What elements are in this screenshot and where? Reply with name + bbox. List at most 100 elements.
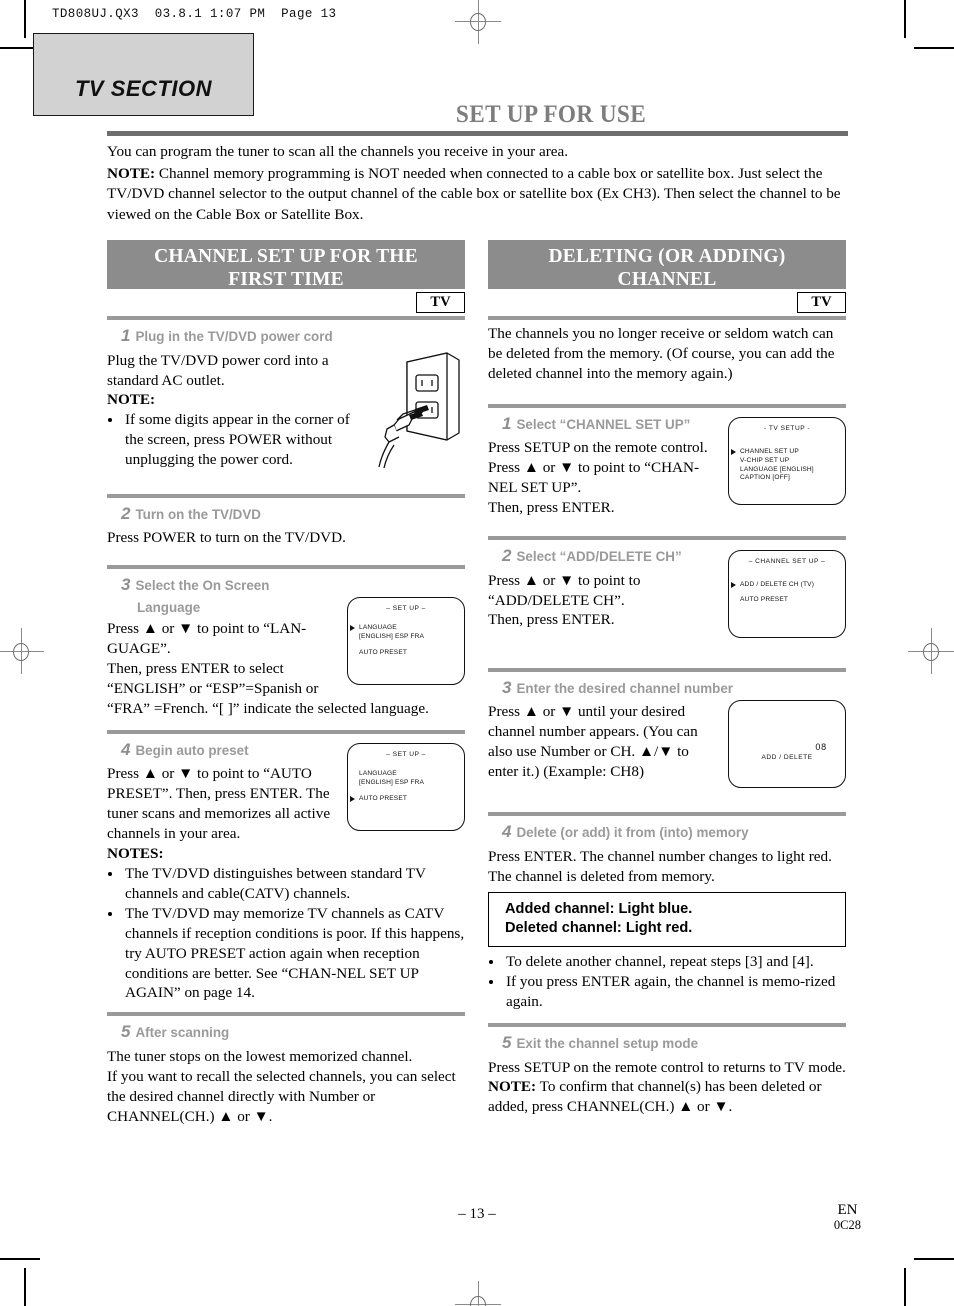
osd-rows: CHANNEL SET UP V-CHIP SET UP LANGUAGE [E… [731, 448, 814, 483]
tv-badge-left: TV [416, 292, 465, 313]
crop-mark-bottom-right-h [914, 1258, 954, 1260]
right-step-5-note-label: NOTE: [488, 1078, 537, 1096]
osd-channel-setup: – CHANNEL SET UP – ADD / DELETE CH (TV) … [728, 549, 846, 638]
intro-line-1: You can program the tuner to scan all th… [107, 143, 569, 160]
right-heading-line-1: DELETING (OR ADDING) [548, 246, 786, 267]
osd-row: V-CHIP SET UP [740, 457, 814, 466]
osd-add-delete: 08 ADD / DELETE [728, 700, 846, 789]
intro-note-body: Channel memory programming is NOT needed… [107, 165, 841, 223]
registration-mark-top [455, 0, 501, 44]
osd-row-label: AUTO PRESET [740, 596, 789, 604]
left-step-5-body-1: The tuner stops on the lowest memorized … [107, 1047, 413, 1065]
left-step-5: 5 After scanning The tuner stops on the l… [107, 1020, 465, 1126]
right-step-3: 3 Enter the desired channel number 08 ADD… [488, 676, 846, 791]
crop-mark-bottom-left-h [0, 1258, 40, 1260]
right-step-5-number: 5 [502, 1032, 512, 1052]
osd-row-label: CHANNEL SET UP [740, 448, 799, 456]
left-step-2-number: 2 [121, 503, 131, 523]
footer-doc-code: 0C28 [833, 1217, 861, 1232]
left-badge-row: TV [107, 289, 465, 316]
right-step-4-body: Press ENTER. The channel number changes … [488, 847, 832, 885]
step-divider [107, 493, 465, 498]
osd-rows: LANGUAGE [ENGLISH] ESP FRA AUTO PRESET [350, 770, 424, 804]
right-step-2-number: 2 [502, 545, 512, 565]
footer-codes: EN 0C28 [833, 1202, 861, 1232]
right-step-5-title: Exit the channel setup mode [516, 1035, 699, 1051]
right-column-heading: DELETING (OR ADDING) CHANNEL [488, 240, 846, 290]
osd-row: CHANNEL SET UP [731, 448, 814, 457]
step-divider [107, 729, 465, 734]
right-badge-row: TV [488, 289, 846, 316]
osd-title: – SET UP – [386, 605, 426, 613]
osd-row-label: ADD / DELETE CH (TV) [740, 580, 815, 588]
crop-mark-top-right-v [904, 0, 906, 38]
section-tab-label: TV SECTION [74, 76, 212, 101]
right-column: DELETING (OR ADDING) CHANNEL TV The chan… [488, 240, 846, 1117]
osd-row-label: AUTO PRESET [359, 648, 408, 656]
list-item: To delete another channel, repeat steps … [504, 952, 846, 972]
osd-tv-setup: - TV SETUP - CHANNEL SET UP V-CHIP SET U… [728, 417, 846, 506]
left-step-1: 1 Plug in the TV/DVD power cord Plug the… [107, 324, 465, 478]
right-step-1-number: 1 [502, 413, 512, 433]
left-step-4-bullets: The TV/DVD distinguishes between standar… [107, 864, 465, 1003]
osd-setup-autopreset: – SET UP – LANGUAGE [ENGLISH] ESP FRA AU [347, 743, 465, 832]
osd-row: [ENGLISH] ESP FRA [359, 633, 424, 642]
step-divider [107, 565, 465, 570]
registration-mark-right [908, 628, 954, 674]
document-page: TD808UJ.QX3 03.8.1 1:07 PM Page 13 TV SE… [0, 0, 954, 1306]
step-divider [488, 403, 846, 408]
left-step-4: 4 Begin auto preset – SET UP – LANGUAGE [… [107, 738, 465, 1004]
right-intro-divider [488, 316, 846, 320]
note-box-line-1: Added channel: Light blue. [505, 900, 693, 917]
left-heading-line-1: CHANNEL SET UP FOR THE [154, 246, 418, 267]
right-step-2-title: Select “ADD/DELETE CH” [516, 548, 682, 564]
osd-row-label: CAPTION [OFF] [740, 474, 790, 482]
footer-language-code: EN [837, 1202, 858, 1218]
intro-block: You can program the tuner to scan all th… [107, 142, 848, 227]
right-step-1-title: Select “CHANNEL SET UP” [516, 416, 691, 432]
right-step-5-note-body: To confirm that channel(s) has been dele… [488, 1078, 822, 1116]
osd-mode-label: ADD / DELETE [761, 754, 813, 762]
page-title: SET UP FOR USE [455, 101, 647, 128]
list-item: If you press ENTER again, the channel is… [504, 972, 846, 1012]
left-step-1-head: 1 Plug in the TV/DVD power cord [107, 324, 465, 349]
right-step-5-note: NOTE: To confirm that channel(s) has bee… [488, 1077, 846, 1117]
right-step-3-head: 3 Enter the desired channel number [488, 676, 846, 701]
cursor-arrow-icon [731, 581, 736, 588]
note-box-line-2: Deleted channel: Light red. [505, 919, 693, 936]
title-rule [107, 131, 848, 136]
osd-row-label: V-CHIP SET UP [740, 457, 790, 465]
left-step-5-head: 5 After scanning [107, 1020, 465, 1045]
osd-row: AUTO PRESET [350, 794, 424, 804]
osd-row: LANGUAGE [350, 624, 424, 633]
right-step-4: 4 Delete (or add) it from (into) memory P… [488, 820, 846, 1012]
crop-mark-bottom-right-v [904, 1268, 906, 1306]
osd-row: AUTO PRESET [740, 596, 814, 605]
left-step-2-head: 2 Turn on the TV/DVD [107, 502, 465, 527]
cursor-arrow-icon [350, 795, 355, 802]
crop-mark-top-right-h [914, 47, 954, 49]
right-step-5-head: 5 Exit the channel setup mode [488, 1031, 846, 1056]
step-divider [107, 316, 465, 320]
osd-row-label: AUTO PRESET [359, 794, 408, 802]
left-step-3: 3 Select the On Screen Language – SET UP … [107, 573, 465, 719]
osd-row: CAPTION [OFF] [740, 474, 814, 483]
right-step-4-number: 4 [502, 822, 512, 842]
step-divider [488, 667, 846, 672]
left-step-4-title: Begin auto preset [135, 742, 249, 758]
right-step-2: 2 Select “ADD/DELETE CH” – CHANNEL SET UP… [488, 544, 846, 640]
osd-row-label: LANGUAGE [359, 770, 397, 778]
step-divider [488, 812, 846, 817]
step-divider [488, 1022, 846, 1027]
left-step-2: 2 Turn on the TV/DVD Press POWER to turn … [107, 502, 465, 549]
right-step-1: 1 Select “CHANNEL SET UP” - TV SETUP - CH… [488, 412, 846, 518]
left-step-5-title: After scanning [135, 1025, 230, 1041]
right-step-4-title: Delete (or add) it from (into) memory [516, 825, 749, 841]
left-step-5-body-2: If you want to recall the selected chann… [107, 1067, 456, 1125]
left-step-5-number: 5 [121, 1022, 131, 1042]
osd-row: [ENGLISH] ESP FRA [359, 779, 424, 788]
intro-note-label: NOTE: [107, 165, 156, 183]
osd-row: ADD / DELETE CH (TV) [731, 580, 815, 590]
list-item: The TV/DVD distinguishes between standar… [123, 864, 465, 904]
right-step-3-number: 3 [502, 677, 512, 697]
